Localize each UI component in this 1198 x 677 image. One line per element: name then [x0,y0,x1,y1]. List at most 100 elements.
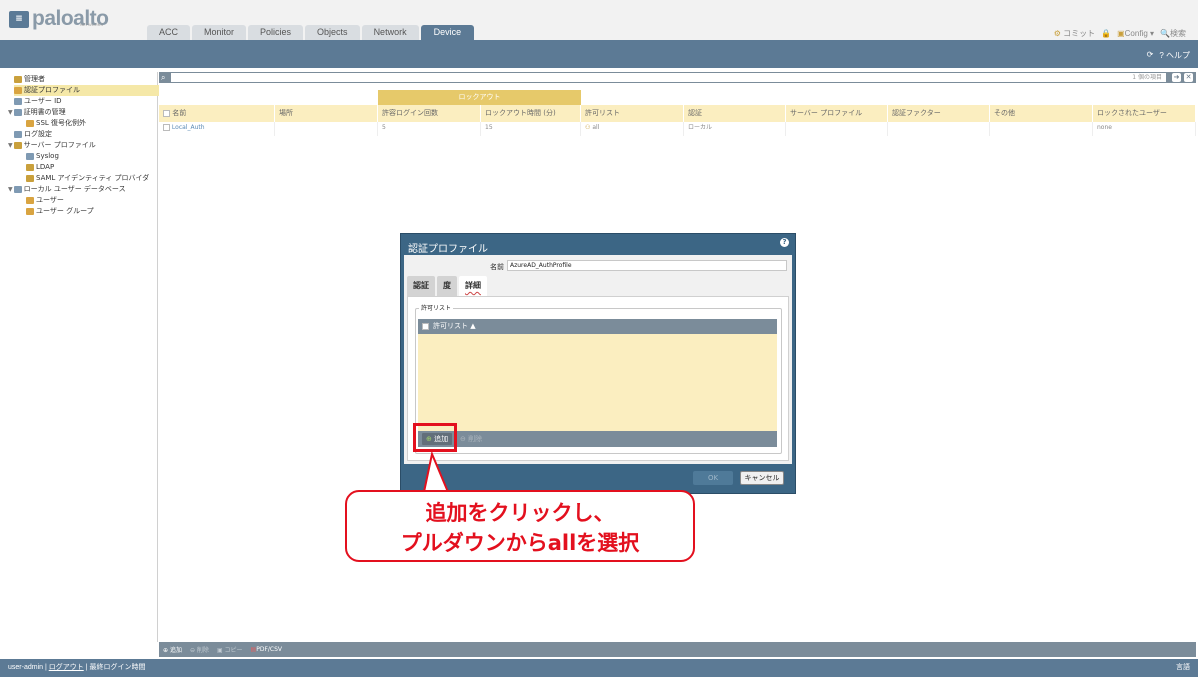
logo-subtext: NETWORKS [80,22,104,27]
ldap-icon [26,164,34,171]
row-auth: ローカル [684,122,786,136]
filter-bar: ⌕ 1 個の項目 ➜ ✕ [159,72,1196,83]
allow-list-header-label: 許可リスト [433,322,468,330]
tab-objects[interactable]: Objects [305,25,360,40]
row-locked: none [1093,122,1196,136]
allow-list-header[interactable]: 許可リスト ▲ [418,319,777,334]
col-locked-users[interactable]: ロックされたユーザー [1093,105,1196,122]
sidebar-item-label: サーバー プロファイル [23,141,96,149]
sidebar-item-label: ユーザー [36,196,64,204]
allow-list-delete-button[interactable]: ⊖ 削除 [460,433,482,445]
select-all-checkbox[interactable] [163,109,170,117]
sort-asc-icon: ▲ [470,322,476,330]
config-menu[interactable]: ▣Config ▾ [1117,29,1154,38]
language-link[interactable]: 言語 [1176,659,1190,677]
lockout-group-header: ロックアウト [378,90,581,105]
refresh-icon[interactable]: ⟳ [1147,50,1154,61]
tab-acc[interactable]: ACC [147,25,191,40]
user-id-icon [14,98,22,105]
row-name-cell[interactable]: Local_Auth [159,122,275,136]
sidebar-item-local-userdb[interactable]: ▼ ローカル ユーザー データベース [8,184,158,195]
auth-profile-icon [14,87,22,94]
row-server [786,122,888,136]
last-login-link[interactable]: 最終ログイン時間 [89,664,145,671]
sidebar-item-label: LDAP [36,163,55,171]
sidebar-item-label: ユーザー ID [24,97,62,105]
commit-button[interactable]: ⚙ コミット [1054,28,1095,39]
sidebar-item-log-settings[interactable]: ログ設定 [14,129,164,140]
current-user: user-admin [8,664,44,671]
row-other [990,122,1093,136]
expand-icon[interactable]: ▼ [8,107,13,118]
sidebar-item-cert-mgmt[interactable]: ▼ 証明書の管理 [8,107,158,118]
help-icon[interactable]: ? [780,238,789,247]
col-auth-factor[interactable]: 認証ファクター [888,105,990,122]
delete-button[interactable]: ⊖ 削除 [190,645,209,654]
search-icon: 🔍 [1160,29,1170,38]
col-location[interactable]: 場所 [275,105,378,122]
apply-filter-icon[interactable]: ➜ [1172,73,1181,82]
sidebar-item-user-groups[interactable]: ユーザー グループ [26,206,176,217]
tab-device[interactable]: Device [420,25,475,40]
sidebar-item-label: ログ設定 [24,130,52,138]
search-label: 検索 [1170,29,1186,38]
row-name[interactable]: Local_Auth [172,124,205,131]
tab-auth[interactable]: 認証 [407,276,435,296]
commit-label: コミット [1063,29,1096,38]
help-button[interactable]: ? ヘルプ [1159,50,1190,61]
sidebar-item-label: ローカル ユーザー データベース [23,185,126,193]
instruction-callout: 追加をクリックし、 プルダウンからallを選択 [345,490,695,562]
tab-factor[interactable]: 度 [437,276,457,296]
dialog-tabs: 認証 度 詳細 [407,276,489,296]
col-attempts[interactable]: 許容ログイン回数 [378,105,481,122]
col-allow-list[interactable]: 許可リスト [581,105,684,122]
expand-icon[interactable]: ▼ [8,140,13,151]
logout-link[interactable]: ログアウト [49,664,84,671]
add-button[interactable]: ⊕ 追加 [163,645,182,654]
log-icon [14,131,22,138]
filter-input[interactable]: 1 個の項目 [171,73,1166,82]
help-label: ヘルプ [1166,51,1190,60]
table-row[interactable]: Local_Auth 5 15 ⚇ all ローカル none [159,122,1196,136]
pdf-csv-button[interactable]: ▤PDF/CSV [251,646,283,653]
row-factor [888,122,990,136]
server-icon [13,142,22,149]
grid-header: 名前 場所 許容ログイン回数 ロックアウト時間 (分) 許可リスト 認証 サーバ… [159,105,1196,122]
row-checkbox[interactable] [163,124,170,131]
allow-list-select-all[interactable] [422,323,429,330]
col-lockout-time[interactable]: ロックアウト時間 (分) [481,105,581,122]
copy-button[interactable]: ▣ コピー [217,645,243,654]
clear-filter-icon[interactable]: ✕ [1184,73,1193,82]
row-location [275,122,378,136]
col-server-profile[interactable]: サーバー プロファイル [786,105,888,122]
cancel-button[interactable]: キャンセル [740,471,784,485]
sidebar-item-server-profiles[interactable]: ▼ サーバー プロファイル [8,140,158,151]
tab-advanced[interactable]: 詳細 [459,276,487,296]
col-name[interactable]: 名前 [159,105,275,122]
col-auth[interactable]: 認証 [684,105,786,122]
name-input[interactable]: AzureAD_AuthProfile [507,260,787,271]
search-button[interactable]: 🔍検索 [1160,28,1186,39]
col-name-label: 名前 [172,109,187,117]
col-other[interactable]: その他 [990,105,1093,122]
sidebar-item-syslog[interactable]: Syslog [26,151,176,162]
sidebar-item-auth-profile[interactable]: 認証プロファイル [14,85,164,96]
sidebar-item-ldap[interactable]: LDAP [26,162,176,173]
delete-icon: ⊖ [189,647,195,654]
allow-list-body[interactable] [418,334,777,431]
sidebar-item-saml[interactable]: SAML アイデンティティ プロバイダ [26,173,176,184]
add-label: 追加 [169,647,182,654]
sidebar-item-user-id[interactable]: ユーザー ID [14,96,164,107]
tab-network[interactable]: Network [361,25,419,40]
tab-monitor[interactable]: Monitor [192,25,247,40]
expand-icon[interactable]: ▼ [8,184,13,195]
ok-button[interactable]: OK [693,471,733,485]
dialog-title: 認証プロファイル [408,244,488,255]
sidebar-item-ssl-exclude[interactable]: SSL 復号化例外 [26,118,176,129]
tab-policies[interactable]: Policies [248,25,304,40]
sidebar-item-users[interactable]: ユーザー [26,195,176,206]
callout-line-2: プルダウンからallを選択 [400,531,640,555]
sidebar-item-label: Syslog [36,152,59,160]
sidebar-item-admins[interactable]: 管理者 [14,74,164,85]
lock-icon[interactable]: 🔒 [1101,29,1111,38]
